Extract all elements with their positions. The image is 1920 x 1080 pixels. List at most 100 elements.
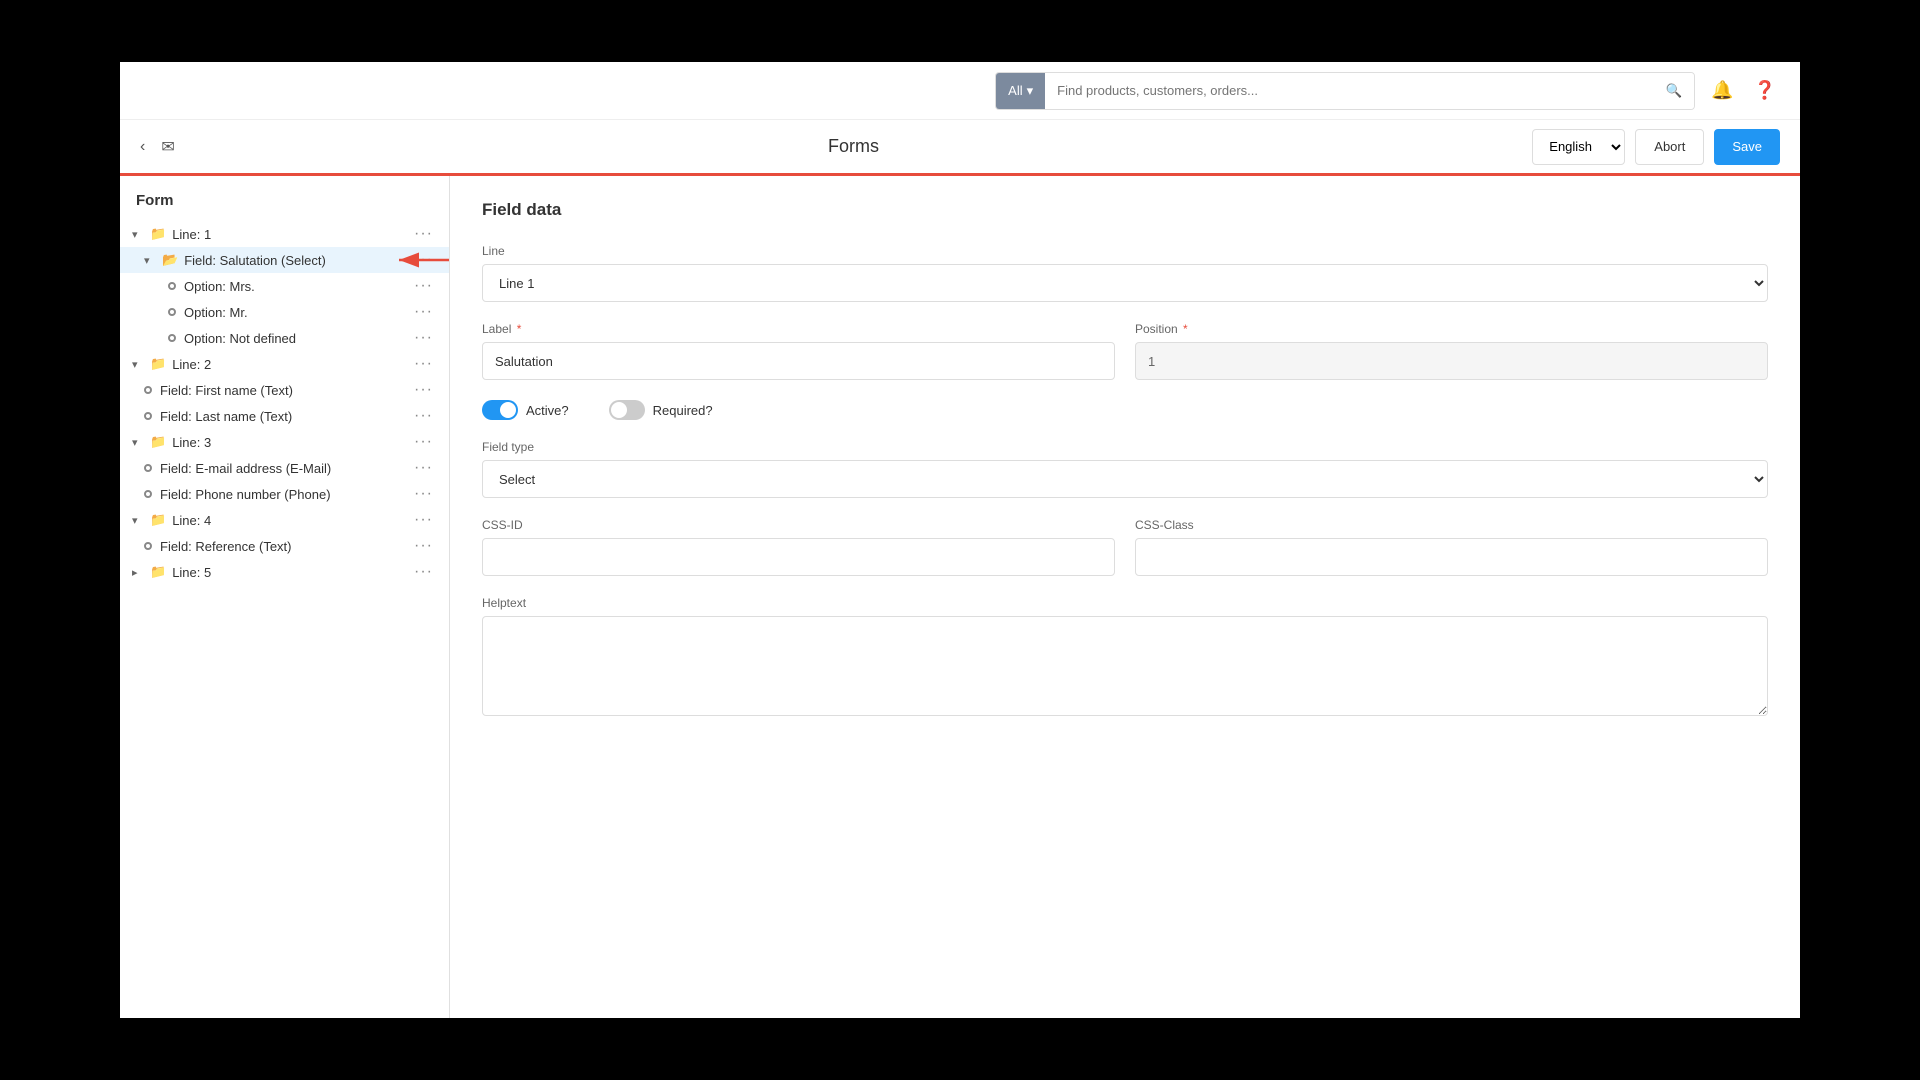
- sidebar-item-option-not-defined[interactable]: Option: Not defined ···: [120, 325, 449, 351]
- label-field-label: Label *: [482, 322, 1115, 336]
- tree-label-line1: Line: 1: [172, 227, 410, 242]
- sidebar-item-field-phone[interactable]: Field: Phone number (Phone) ···: [120, 481, 449, 507]
- tree-more-line1[interactable]: ···: [410, 226, 437, 242]
- sidebar-item-line4[interactable]: ▾ 📁 Line: 4 ···: [120, 507, 449, 533]
- sidebar-item-line3[interactable]: ▾ 📁 Line: 3 ···: [120, 429, 449, 455]
- position-field-label: Position *: [1135, 322, 1768, 336]
- back-icon: ‹: [140, 138, 145, 155]
- css-class-label: CSS-Class: [1135, 518, 1768, 532]
- search-icon: 🔍: [1666, 83, 1683, 98]
- tree-more-phone[interactable]: ···: [410, 486, 437, 502]
- folder-icon-line4: 📁: [150, 512, 166, 528]
- css-class-section: CSS-Class: [1135, 518, 1768, 576]
- sidebar-item-field-firstname[interactable]: Field: First name (Text) ···: [120, 377, 449, 403]
- back-button[interactable]: ‹: [140, 138, 145, 156]
- sidebar-item-option-mr[interactable]: Option: Mr. ···: [120, 299, 449, 325]
- field-type-label: Field type: [482, 440, 1768, 454]
- tree-more-reference[interactable]: ···: [410, 538, 437, 554]
- required-toggle-group: Required?: [609, 400, 713, 420]
- sidebar-item-field-email[interactable]: Field: E-mail address (E-Mail) ···: [120, 455, 449, 481]
- save-button[interactable]: Save: [1714, 129, 1780, 165]
- field-dot-phone: [144, 490, 152, 498]
- tree-more-lastname[interactable]: ···: [410, 408, 437, 424]
- field-data-panel: Field data Line Line 1 Line 2 Line 3 Lin…: [450, 176, 1800, 1018]
- tree-label-line3: Line: 3: [172, 435, 410, 450]
- sidebar-item-line1[interactable]: ▾ 📁 Line: 1 ···: [120, 221, 449, 247]
- label-position-row: Label * Position *: [482, 322, 1768, 380]
- tree-label-option-mrs: Option: Mrs.: [184, 279, 410, 294]
- field-type-select[interactable]: Select Text E-Mail Phone Checkbox: [482, 460, 1768, 498]
- option-dot-not-defined: [168, 334, 176, 342]
- label-required-marker: *: [517, 322, 522, 336]
- top-bar-right: 🔔 ❓: [1707, 76, 1780, 105]
- position-input[interactable]: [1135, 342, 1768, 380]
- field-dot-lastname: [144, 412, 152, 420]
- page-title: Forms: [191, 136, 1517, 157]
- abort-button[interactable]: Abort: [1635, 129, 1704, 165]
- folder-icon-salutation: 📂: [162, 252, 178, 268]
- line-select[interactable]: Line 1 Line 2 Line 3 Line 4 Line 5: [482, 264, 1768, 302]
- folder-icon-line2: 📁: [150, 356, 166, 372]
- sidebar-item-field-reference[interactable]: Field: Reference (Text) ···: [120, 533, 449, 559]
- field-panel-title: Field data: [482, 200, 1768, 220]
- search-input[interactable]: [1045, 73, 1653, 109]
- tree-label-phone: Field: Phone number (Phone): [160, 487, 410, 502]
- search-container: All ▾ 🔍: [995, 72, 1695, 110]
- required-toggle[interactable]: [609, 400, 645, 420]
- tree-more-line3[interactable]: ···: [410, 434, 437, 450]
- sidebar-item-option-mrs[interactable]: Option: Mrs. ···: [120, 273, 449, 299]
- search-all-label: All: [1008, 83, 1022, 98]
- tree-more-line2[interactable]: ···: [410, 356, 437, 372]
- active-toggle-label: Active?: [526, 403, 569, 418]
- position-required-marker: *: [1183, 322, 1188, 336]
- language-select[interactable]: English German French: [1532, 129, 1625, 165]
- tree-more-line5[interactable]: ···: [410, 564, 437, 580]
- main-content: Form ▾ 📁 Line: 1 ··· ▾ 📂 Field: Salutati…: [120, 176, 1800, 1018]
- tree-more-not-defined[interactable]: ···: [410, 330, 437, 346]
- tree-more-mrs[interactable]: ···: [410, 278, 437, 294]
- sidebar-header: Form: [120, 192, 449, 221]
- search-submit-button[interactable]: 🔍: [1654, 73, 1695, 109]
- tree-more-mr[interactable]: ···: [410, 304, 437, 320]
- label-input[interactable]: [482, 342, 1115, 380]
- required-toggle-label: Required?: [653, 403, 713, 418]
- sidebar-item-field-salutation[interactable]: ▾ 📂 Field: Salutation (Select) ···: [120, 247, 449, 273]
- line-field-section: Line Line 1 Line 2 Line 3 Line 4 Line 5: [482, 244, 1768, 302]
- tree-label-line4: Line: 4: [172, 513, 410, 528]
- mail-icon: ✉: [161, 139, 174, 156]
- tree-more-firstname[interactable]: ···: [410, 382, 437, 398]
- css-id-input[interactable]: [482, 538, 1115, 576]
- header-bar: ‹ ✉ Forms English German French Abort Sa…: [120, 120, 1800, 176]
- sidebar-item-line5[interactable]: ▸ 📁 Line: 5 ···: [120, 559, 449, 585]
- folder-icon: 📁: [150, 226, 166, 242]
- tree-more-line4[interactable]: ···: [410, 512, 437, 528]
- tree-more-salutation[interactable]: ···: [410, 252, 437, 268]
- field-dot-firstname: [144, 386, 152, 394]
- tree-label-salutation: Field: Salutation (Select): [184, 253, 410, 268]
- tree-toggle-line1: ▾: [132, 228, 146, 241]
- search-all-button[interactable]: All ▾: [996, 73, 1045, 109]
- top-bar: All ▾ 🔍 🔔 ❓: [120, 62, 1800, 120]
- tree-toggle-salutation: ▾: [144, 254, 158, 267]
- help-icon: ❓: [1754, 80, 1776, 100]
- label-field-section: Label *: [482, 322, 1115, 380]
- tree-toggle-line3: ▾: [132, 436, 146, 449]
- tree-label-line2: Line: 2: [172, 357, 410, 372]
- css-id-section: CSS-ID: [482, 518, 1115, 576]
- tree-label-firstname: Field: First name (Text): [160, 383, 410, 398]
- tree-more-email[interactable]: ···: [410, 460, 437, 476]
- mail-button[interactable]: ✉: [161, 137, 174, 157]
- field-dot-email: [144, 464, 152, 472]
- notifications-button[interactable]: 🔔: [1707, 76, 1737, 105]
- sidebar-item-field-lastname[interactable]: Field: Last name (Text) ···: [120, 403, 449, 429]
- tree-label-lastname: Field: Last name (Text): [160, 409, 410, 424]
- css-class-input[interactable]: [1135, 538, 1768, 576]
- help-button[interactable]: ❓: [1750, 76, 1780, 105]
- helptext-textarea[interactable]: [482, 616, 1768, 716]
- field-dot-reference: [144, 542, 152, 550]
- active-toggle-knob: [500, 402, 516, 418]
- option-dot-mr: [168, 308, 176, 316]
- sidebar-item-line2[interactable]: ▾ 📁 Line: 2 ···: [120, 351, 449, 377]
- active-toggle[interactable]: [482, 400, 518, 420]
- helptext-section: Helptext: [482, 596, 1768, 719]
